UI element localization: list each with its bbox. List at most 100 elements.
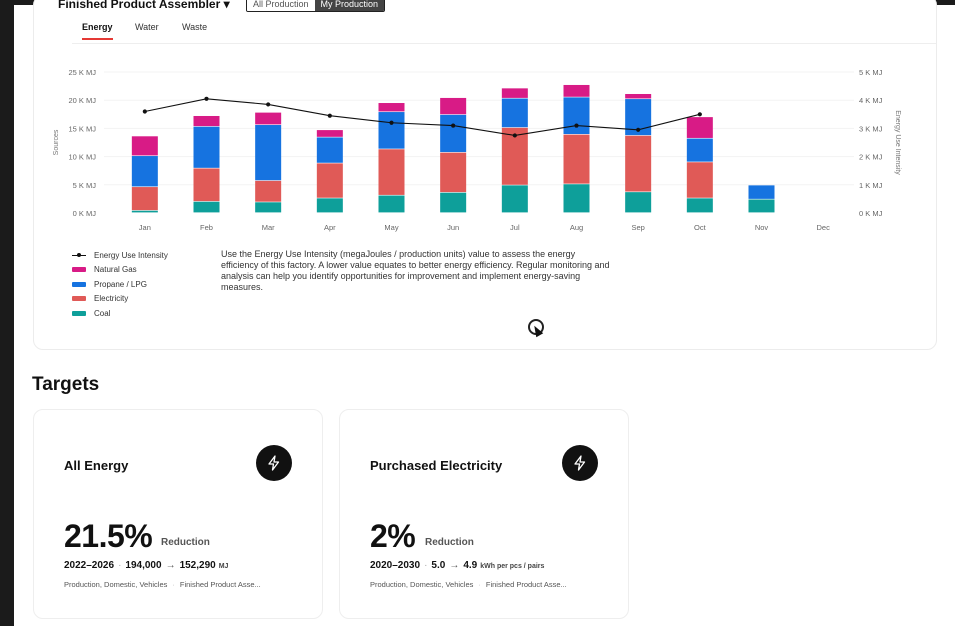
tab-waste[interactable]: Waste	[182, 22, 207, 38]
tab-water[interactable]: Water	[135, 22, 159, 38]
bar-coal-jun	[440, 192, 467, 213]
chart-legend: Energy Use Intensity Natural Gas Propane…	[72, 248, 168, 321]
x-axis-ticks: Jan Feb Mar Apr May Jun Jul Aug Sep Oct Nov Dec	[139, 223, 830, 232]
target-unit: MJ	[218, 563, 229, 570]
bar-propane-lpg-jun	[440, 114, 467, 153]
bar-natural-gas-may	[378, 103, 405, 112]
y-left-tick-label: 0 K MJ	[73, 209, 97, 218]
target-tags: Production, Domestic, Vehicles · Finished …	[64, 580, 261, 589]
color-swatch	[72, 310, 86, 316]
bar-natural-gas-jan	[131, 136, 158, 156]
x-tick-label: Jul	[510, 223, 520, 232]
target-period: 2020–2030	[370, 560, 421, 571]
y-right-tick-label: 2 K MJ	[859, 153, 883, 162]
target-from: 194,000	[125, 560, 162, 571]
y-axis-right-label: Energy Use Intensity	[894, 110, 901, 175]
legend-label: Energy Use Intensity	[94, 250, 168, 260]
target-scope-tags: Production, Domestic, Vehicles	[370, 580, 474, 589]
bar-propane-lpg-apr	[316, 137, 343, 163]
bolt-icon	[256, 445, 292, 481]
legend-item-natural-gas[interactable]: Natural Gas	[72, 263, 168, 278]
scope-all-production[interactable]: All Production	[247, 0, 315, 11]
target-product: Finished Product Asse...	[179, 580, 261, 589]
bar-electricity-may	[378, 149, 405, 195]
bar-coal-may	[378, 195, 405, 213]
chevron-down-icon: ▾	[223, 0, 230, 11]
targets-heading: Targets	[32, 374, 100, 395]
bar-propane-lpg-nov	[748, 185, 775, 199]
bar-natural-gas-oct	[686, 117, 713, 138]
bar-electricity-mar	[255, 180, 282, 202]
y-left-tick-label: 20 K MJ	[68, 96, 96, 105]
legend-item-electricity[interactable]: Electricity	[72, 292, 168, 307]
target-period: 2022–2026	[64, 560, 115, 571]
bolt-icon	[562, 445, 598, 481]
y-right-tick-label: 1 K MJ	[859, 181, 883, 190]
eui-point	[327, 113, 332, 118]
target-value-label: Reduction	[425, 537, 474, 548]
target-scope-tags: Production, Domestic, Vehicles	[64, 580, 168, 589]
bar-electricity-feb	[193, 168, 220, 202]
color-swatch	[72, 267, 86, 273]
bar-propane-lpg-oct	[686, 138, 713, 162]
bar-propane-lpg-aug	[563, 97, 590, 135]
bar-coal-jul	[501, 185, 528, 213]
color-swatch	[72, 296, 86, 302]
eui-line-path	[144, 98, 700, 137]
y-right-tick-label: 0 K MJ	[859, 209, 883, 218]
y-axis-left-ticks: 0 K MJ 5 K MJ 10 K MJ 15 K MJ 20 K MJ 25 K MJ	[68, 68, 96, 218]
bar-coal-mar	[255, 202, 282, 213]
bar-propane-lpg-may	[378, 112, 405, 149]
eui-point	[512, 133, 517, 138]
y-axis-left-label: Sources	[53, 129, 60, 155]
eui-point	[266, 102, 271, 107]
y-left-tick-label: 25 K MJ	[68, 68, 96, 77]
bar-propane-lpg-jul	[501, 98, 528, 128]
product-dropdown[interactable]: Finished Product Assembler ▾	[58, 0, 230, 11]
bar-electricity-apr	[316, 163, 343, 198]
legend-item-eui[interactable]: Energy Use Intensity	[72, 248, 168, 263]
bar-natural-gas-mar	[255, 112, 282, 125]
legend-label: Propane / LPG	[94, 279, 147, 289]
x-tick-label: Sep	[631, 223, 644, 232]
chart-bars	[131, 84, 775, 213]
legend-item-coal[interactable]: Coal	[72, 306, 168, 321]
bar-electricity-jan	[131, 187, 158, 211]
y-right-tick-label: 4 K MJ	[859, 96, 883, 105]
target-to: 4.9	[463, 560, 478, 571]
target-card-purchased-electricity[interactable]: Purchased Electricity 2% Reduction 2020–…	[339, 409, 629, 619]
y-left-tick-label: 5 K MJ	[73, 181, 97, 190]
legend-label: Natural Gas	[94, 265, 137, 275]
energy-chart-card: Energy Water Waste 0 K MJ 5 K MJ 10 K MJ 15…	[33, 0, 937, 350]
bar-natural-gas-feb	[193, 115, 220, 127]
legend-item-propane[interactable]: Propane / LPG	[72, 277, 168, 292]
x-tick-label: Feb	[200, 223, 213, 232]
target-to: 152,290	[179, 560, 216, 571]
scope-toggle: All Production My Production	[246, 0, 386, 12]
eui-line	[142, 96, 702, 138]
bar-propane-lpg-mar	[255, 125, 282, 181]
scope-my-production[interactable]: My Production	[314, 0, 385, 11]
x-tick-label: May	[384, 223, 398, 232]
y-axis-right-ticks: 0 K MJ 1 K MJ 2 K MJ 3 K MJ 4 K MJ 5 K MJ	[859, 68, 883, 218]
bar-natural-gas-jun	[440, 97, 467, 115]
bar-electricity-jun	[440, 152, 467, 193]
x-tick-label: Mar	[262, 223, 275, 232]
target-card-all-energy[interactable]: All Energy 21.5% Reduction 2022–2026 · 194…	[33, 409, 323, 619]
bar-natural-gas-apr	[316, 130, 343, 137]
tab-energy[interactable]: Energy	[82, 22, 113, 40]
x-tick-label: Jun	[447, 223, 459, 232]
x-tick-label: Dec	[816, 223, 830, 232]
color-swatch	[72, 281, 86, 287]
target-value: 21.5%	[64, 518, 153, 554]
target-range: 2020–2030 · 5.0 → 4.9 kWh per pcs / pairs	[370, 560, 545, 571]
target-value-label: Reduction	[161, 537, 210, 548]
bar-natural-gas-sep	[625, 93, 652, 99]
eui-point	[451, 123, 456, 128]
bar-coal-feb	[193, 201, 220, 213]
y-left-tick-label: 15 K MJ	[68, 124, 96, 133]
resource-tabs: Energy Water Waste	[72, 22, 936, 44]
bar-coal-nov	[748, 199, 775, 213]
eui-point	[574, 123, 579, 128]
bar-natural-gas-aug	[563, 84, 590, 97]
